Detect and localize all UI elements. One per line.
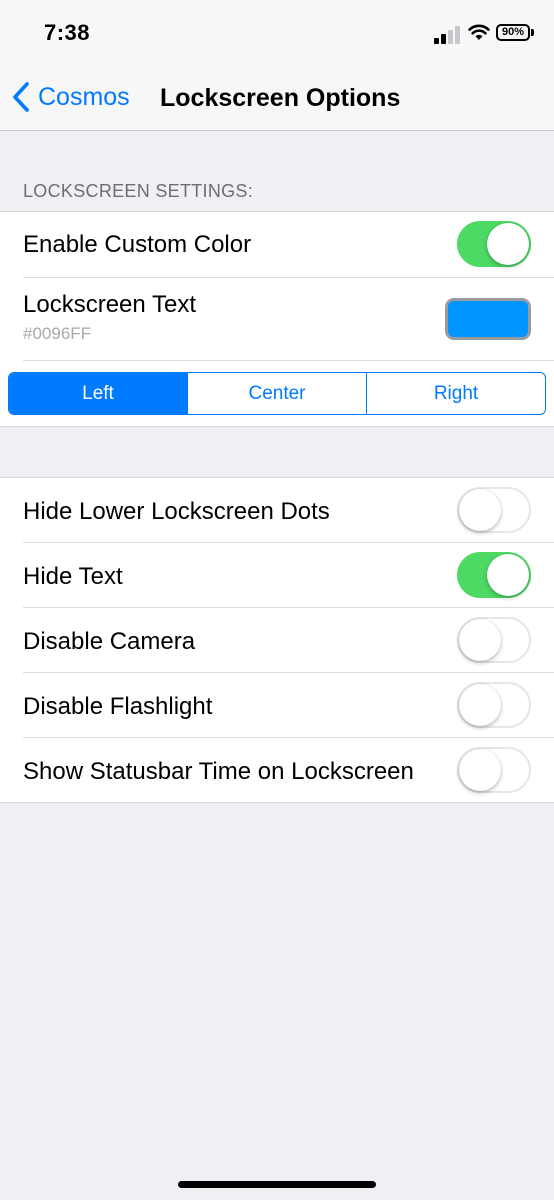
lockscreen-text-label: Lockscreen Text xyxy=(23,291,196,318)
chevron-left-icon xyxy=(13,82,29,112)
lockscreen-text-color-value: #0096FF xyxy=(23,324,92,343)
toggle-knob xyxy=(459,749,501,791)
toggle-knob xyxy=(459,619,501,661)
disable-camera-label: Disable Camera xyxy=(23,628,196,655)
disable-flashlight-toggle[interactable] xyxy=(457,682,531,728)
show-statusbar-time-row: Show Statusbar Time on Lockscreen xyxy=(0,738,554,802)
hide-text-label: Hide Text xyxy=(23,563,123,590)
status-time: 7:38 xyxy=(44,20,91,45)
enable-custom-color-label: Enable Custom Color xyxy=(23,231,252,258)
cellular-signal-icon xyxy=(434,26,460,44)
row-separator xyxy=(23,360,554,361)
section-header-lockscreen-settings: LOCKSCREEN SETTINGS: xyxy=(23,181,254,201)
segment-center[interactable]: Center xyxy=(187,373,366,414)
text-alignment-segmented-control: Left Center Right xyxy=(8,372,546,415)
disable-camera-toggle[interactable] xyxy=(457,617,531,663)
hide-lower-lockscreen-dots-label: Hide Lower Lockscreen Dots xyxy=(23,498,330,525)
battery-tip xyxy=(531,29,534,36)
show-statusbar-time-toggle[interactable] xyxy=(457,747,531,793)
hide-text-toggle[interactable] xyxy=(457,552,531,598)
options-group: Hide Lower Lockscreen Dots Hide Text Dis… xyxy=(0,477,554,803)
enable-custom-color-row: Enable Custom Color xyxy=(0,212,554,277)
segment-left[interactable]: Left xyxy=(9,373,187,414)
toggle-knob xyxy=(487,554,529,596)
toggle-knob xyxy=(487,223,529,265)
segment-right[interactable]: Right xyxy=(366,373,545,414)
wifi-icon xyxy=(468,24,490,40)
battery-icon: 90% xyxy=(496,24,530,41)
disable-camera-row: Disable Camera xyxy=(0,608,554,672)
color-swatch[interactable] xyxy=(445,298,531,340)
toggle-knob xyxy=(459,489,501,531)
hide-lower-lockscreen-dots-toggle[interactable] xyxy=(457,487,531,533)
status-bar: 7:38 90% xyxy=(0,0,554,64)
lockscreen-text-row[interactable]: Lockscreen Text #0096FF xyxy=(0,278,554,360)
back-button-label: Cosmos xyxy=(38,82,130,111)
disable-flashlight-row: Disable Flashlight xyxy=(0,673,554,737)
back-button[interactable]: Cosmos xyxy=(10,80,130,114)
page-title: Lockscreen Options xyxy=(160,84,401,112)
navigation-bar: Cosmos Lockscreen Options xyxy=(0,64,554,131)
hide-lower-lockscreen-dots-row: Hide Lower Lockscreen Dots xyxy=(0,478,554,542)
hide-text-row: Hide Text xyxy=(0,543,554,607)
battery-percent: 90% xyxy=(501,26,525,38)
toggle-knob xyxy=(459,684,501,726)
show-statusbar-time-label: Show Statusbar Time on Lockscreen xyxy=(23,758,414,785)
home-indicator xyxy=(178,1181,376,1188)
enable-custom-color-toggle[interactable] xyxy=(457,221,531,267)
disable-flashlight-label: Disable Flashlight xyxy=(23,693,213,720)
